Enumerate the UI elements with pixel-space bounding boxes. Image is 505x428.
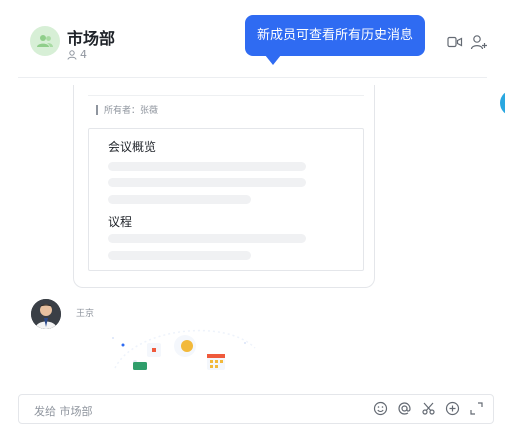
doc-card-divider bbox=[88, 95, 364, 96]
input-toolbar bbox=[372, 400, 485, 417]
message-input-placeholder: 发给 市场部 bbox=[34, 405, 93, 418]
welcome-illustration bbox=[112, 329, 256, 370]
group-avatar[interactable] bbox=[30, 26, 60, 56]
skeleton-line bbox=[108, 178, 306, 187]
section-title-overview: 会议概览 bbox=[108, 140, 157, 154]
video-call-icon[interactable] bbox=[447, 36, 463, 48]
member-count[interactable]: 4 bbox=[67, 48, 87, 61]
at-icon[interactable] bbox=[396, 400, 413, 417]
skeleton-line bbox=[108, 195, 251, 204]
chat-window: 市场部 4 新成员可查看所有历史消息 所有者：张薇 会议概览 议程 王京 发给 … bbox=[0, 0, 505, 428]
sender-name: 王京 bbox=[76, 309, 95, 319]
history-tooltip: 新成员可查看所有历史消息 bbox=[245, 15, 426, 56]
message-input[interactable]: 发给 市场部 bbox=[18, 394, 494, 424]
doc-owner-text: 所有者：张薇 bbox=[104, 106, 159, 116]
skeleton-line bbox=[108, 251, 251, 260]
doc-owner: 所有者：张薇 bbox=[96, 103, 158, 116]
skeleton-line bbox=[108, 234, 306, 243]
person-icon bbox=[67, 49, 77, 60]
owner-bar bbox=[96, 104, 98, 115]
plus-circle-icon[interactable] bbox=[444, 400, 461, 417]
tooltip-arrow bbox=[265, 55, 281, 65]
header-divider bbox=[18, 77, 487, 78]
floating-action-circle[interactable] bbox=[500, 90, 505, 116]
group-icon bbox=[37, 35, 53, 47]
skeleton-line bbox=[108, 162, 306, 171]
sender-avatar-image bbox=[31, 299, 61, 329]
section-title-agenda: 议程 bbox=[108, 215, 133, 229]
chat-title[interactable]: 市场部 bbox=[67, 25, 115, 49]
scissors-icon[interactable] bbox=[420, 400, 437, 417]
emoji-icon[interactable] bbox=[372, 400, 389, 417]
member-count-value: 4 bbox=[80, 48, 87, 61]
sender-avatar[interactable] bbox=[31, 299, 61, 329]
add-member-icon[interactable] bbox=[470, 34, 488, 50]
expand-icon[interactable] bbox=[468, 400, 485, 417]
